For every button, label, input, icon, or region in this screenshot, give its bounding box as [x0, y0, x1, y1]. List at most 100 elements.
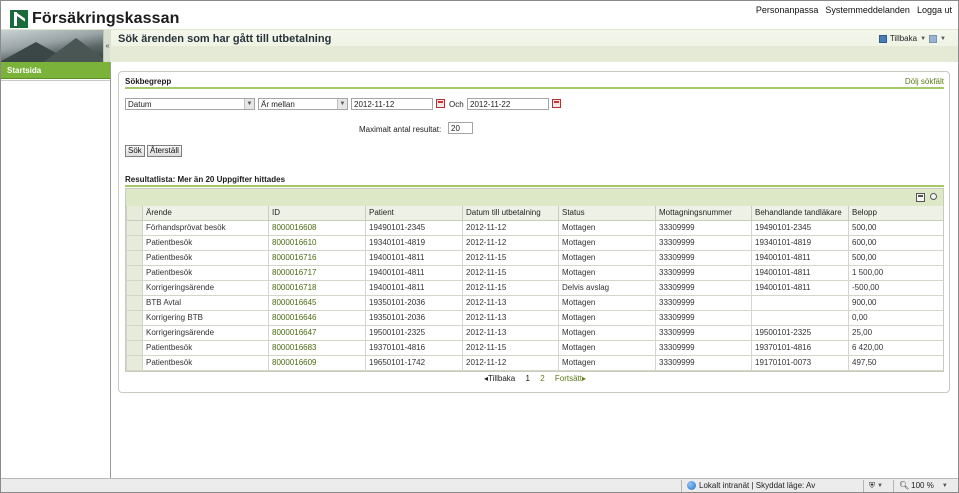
search-button[interactable]: Sök [125, 145, 145, 157]
back-link[interactable]: Tillbaka [890, 34, 917, 43]
case-id-link[interactable]: 8000016647 [268, 325, 366, 341]
forward-dropdown-icon[interactable]: ▼ [940, 36, 946, 42]
back-icon[interactable] [878, 34, 887, 43]
hide-search-link[interactable]: Dölj sökfält [905, 77, 944, 86]
case-id-link[interactable]: 8000016608 [268, 220, 366, 236]
table-row[interactable]: BTB Avtal 8000016645 19350101-2036 2012-11-… [126, 295, 943, 311]
field-select-value: Datum [128, 100, 152, 109]
save-icon[interactable] [916, 193, 925, 202]
column-header[interactable]: Ärende [142, 206, 269, 221]
case-id-link[interactable]: 8000016716 [268, 250, 366, 266]
logo[interactable]: Försäkringskassan [10, 10, 180, 28]
row-select-cell[interactable] [126, 310, 143, 326]
case-id-link[interactable]: 8000016683 [268, 340, 366, 356]
table-cell: 1 500,00 [848, 265, 943, 281]
case-id-link[interactable]: 8000016610 [268, 235, 366, 251]
table-cell: 19490101-2345 [365, 220, 463, 236]
row-select-cell[interactable] [126, 340, 143, 356]
row-select-cell[interactable] [126, 355, 143, 371]
table-row[interactable]: Patientbesök 8000016716 19400101-4811 2012-… [126, 250, 943, 266]
row-select-cell[interactable] [126, 325, 143, 341]
link-personanpassa[interactable]: Personanpassa [756, 5, 819, 15]
settings-icon[interactable] [930, 193, 937, 200]
table-cell: 0,00 [848, 310, 943, 326]
pager-page-link[interactable]: 2 [540, 374, 544, 383]
table-row[interactable]: Patientbesök 8000016717 19400101-4811 2012-… [126, 265, 943, 281]
case-id-link[interactable]: 8000016717 [268, 265, 366, 281]
case-id-link[interactable]: 8000016646 [268, 310, 366, 326]
table-row[interactable]: Förhandsprövat besök 8000016608 19490101-2… [126, 220, 943, 236]
date-to-input[interactable]: 2012-11-22 [467, 98, 549, 110]
calendar-icon[interactable] [552, 99, 561, 108]
column-header[interactable]: Datum till utbetalning [462, 206, 559, 221]
row-select-cell[interactable] [126, 280, 143, 296]
row-select-cell[interactable] [126, 295, 143, 311]
date-from-input[interactable]: 2012-11-12 [351, 98, 433, 110]
pager-next[interactable]: Fortsätt▸ [555, 374, 586, 383]
column-header[interactable]: Behandlande tandläkare [751, 206, 849, 221]
table-cell: 2012-11-13 [462, 325, 559, 341]
column-header[interactable]: Mottagningsnummer [655, 206, 752, 221]
link-logga-ut[interactable]: Logga ut [917, 5, 952, 15]
table-cell: 19500101-2325 [365, 325, 463, 341]
table-cell: 2012-11-12 [462, 220, 559, 236]
table-row[interactable]: Patientbesök 8000016609 19650101-1742 2012-… [126, 355, 943, 371]
logo-mark-icon [10, 10, 28, 28]
table-row[interactable]: Korrigeringsärende 8000016647 19500101-232… [126, 325, 943, 341]
table-row[interactable]: Korrigeringsärende 8000016718 19400101-481… [126, 280, 943, 296]
table-cell: 19400101-4811 [751, 250, 849, 266]
table-cell: Mottagen [558, 220, 656, 236]
sidebar-divider [1, 80, 110, 81]
results-table: Ärende ID Patient Datum till utbetalning… [126, 206, 943, 371]
table-cell: 19500101-2325 [751, 325, 849, 341]
protected-mode-control[interactable]: ⛨ ▼ [869, 481, 883, 491]
case-id-link[interactable]: 8000016645 [268, 295, 366, 311]
case-id-link[interactable]: 8000016718 [268, 280, 366, 296]
table-cell: 25,00 [848, 325, 943, 341]
table-cell: 19350101-2036 [365, 310, 463, 326]
column-header[interactable]: Status [558, 206, 656, 221]
table-header-row: Ärende ID Patient Datum till utbetalning… [126, 206, 943, 221]
top-links: Personanpassa Systemmeddelanden Logga ut [756, 5, 952, 15]
pagination: ◂Tillbaka 1 2 Fortsätt▸ [119, 374, 951, 383]
table-cell: Mottagen [558, 265, 656, 281]
table-cell: 33309999 [655, 250, 752, 266]
link-systemmeddelanden[interactable]: Systemmeddelanden [825, 5, 910, 15]
results-table-container: Ärende ID Patient Datum till utbetalning… [125, 188, 944, 372]
pager-next-label: Fortsätt [554, 374, 582, 383]
max-results-value: 20 [451, 124, 460, 133]
table-cell: 33309999 [655, 220, 752, 236]
row-select-cell[interactable] [126, 235, 143, 251]
reset-button[interactable]: Återställ [147, 145, 182, 157]
column-header[interactable]: ID [268, 206, 366, 221]
calendar-icon[interactable] [436, 99, 445, 108]
zoom-icon: 🔍︎ [899, 481, 910, 490]
table-row[interactable]: Patientbesök 8000016610 19340101-4819 2012-… [126, 235, 943, 251]
table-cell [751, 295, 849, 311]
logo-text: Försäkringskassan [32, 10, 180, 27]
field-select[interactable]: Datum ▼ [125, 98, 255, 110]
zoom-control[interactable]: 🔍︎ 100 % ▼ [899, 481, 948, 490]
case-id-link[interactable]: 8000016609 [268, 355, 366, 371]
sidebar-item-startsida[interactable]: Startsida [1, 62, 110, 79]
column-header[interactable]: Belopp [848, 206, 943, 221]
table-cell: Delvis avslag [558, 280, 656, 296]
forward-icon[interactable] [929, 34, 938, 43]
table-cell: 19400101-4811 [751, 265, 849, 281]
max-results-input[interactable]: 20 [448, 122, 473, 134]
table-cell: Mottagen [558, 295, 656, 311]
table-row[interactable]: Patientbesök 8000016683 19370101-4816 2012-… [126, 340, 943, 356]
row-select-cell[interactable] [126, 265, 143, 281]
row-select-cell[interactable] [126, 220, 143, 236]
table-cell: Mottagen [558, 235, 656, 251]
back-dropdown-icon[interactable]: ▼ [920, 36, 926, 42]
pager-prev[interactable]: ◂Tillbaka [484, 374, 515, 383]
table-cell: 2012-11-12 [462, 235, 559, 251]
table-row[interactable]: Korrigering BTB 8000016646 19350101-2036 20… [126, 310, 943, 326]
select-column-header [126, 206, 143, 221]
results-divider [125, 185, 944, 187]
row-select-cell[interactable] [126, 250, 143, 266]
operator-select[interactable]: Är mellan ▼ [258, 98, 348, 110]
column-header[interactable]: Patient [365, 206, 463, 221]
security-zone: Lokalt intranät | Skyddat läge: Av [687, 481, 815, 490]
